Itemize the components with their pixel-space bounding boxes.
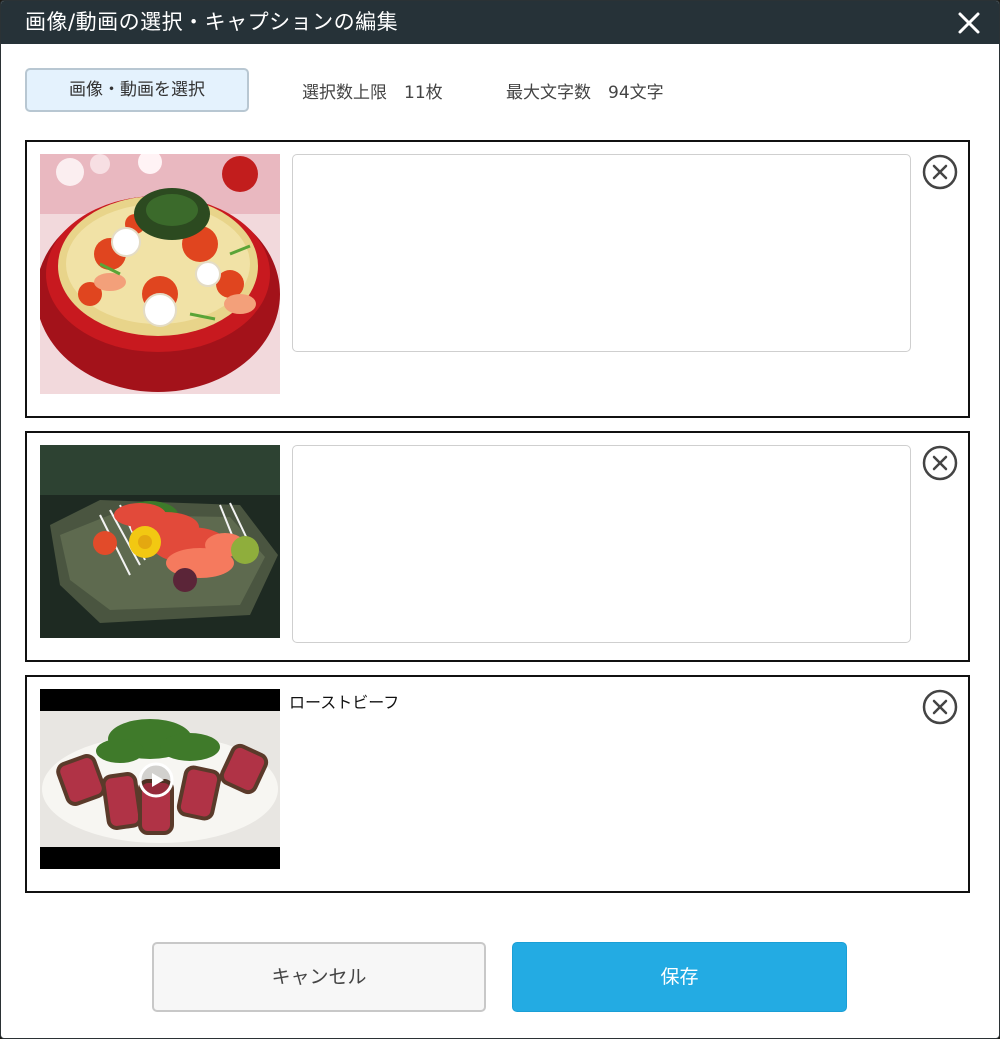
cancel-button[interactable]: キャンセル	[152, 942, 486, 1012]
video-caption-text: ローストビーフ	[289, 693, 400, 712]
close-icon[interactable]	[955, 9, 983, 37]
selection-limit-text: 選択数上限 11枚	[302, 83, 443, 103]
sashimi-plate-image	[40, 445, 280, 638]
circle-x-icon[interactable]	[922, 689, 958, 725]
sushi-bowl-image	[40, 154, 280, 394]
caption-input[interactable]	[292, 154, 911, 352]
play-icon[interactable]	[137, 761, 175, 799]
dialog-titlebar: 画像/動画の選択・キャプションの編集	[1, 1, 999, 44]
circle-x-icon[interactable]	[922, 154, 958, 190]
media-item	[25, 431, 970, 662]
media-thumbnail	[40, 154, 280, 394]
media-thumbnail	[40, 445, 280, 638]
caption-input[interactable]	[292, 445, 911, 643]
dialog-title: 画像/動画の選択・キャプションの編集	[25, 10, 399, 34]
media-item	[25, 140, 970, 418]
max-characters-text: 最大文字数 94文字	[506, 83, 664, 103]
media-caption-dialog: 画像/動画の選択・キャプションの編集 画像・動画を選択 選択数上限 11枚 最大…	[0, 0, 1000, 1039]
video-thumbnail[interactable]	[40, 689, 280, 869]
save-button[interactable]: 保存	[512, 942, 847, 1012]
media-item-video: ローストビーフ	[25, 675, 970, 893]
circle-x-icon[interactable]	[922, 445, 958, 481]
select-media-button[interactable]: 画像・動画を選択	[25, 68, 249, 112]
